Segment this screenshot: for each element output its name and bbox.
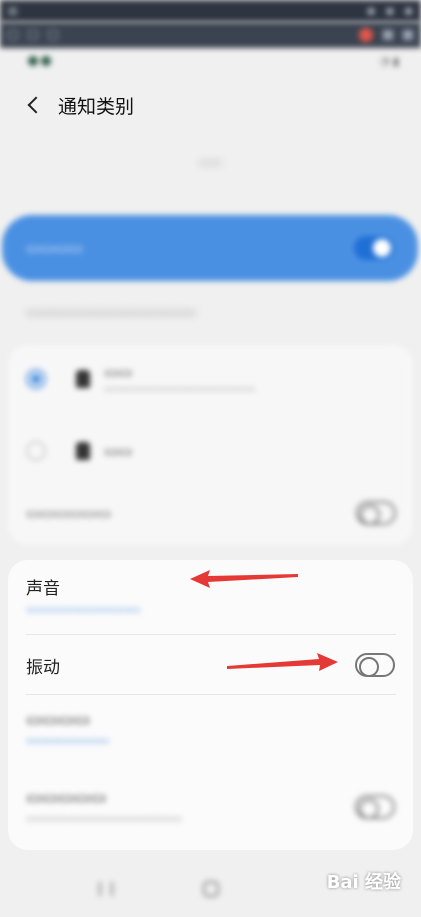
vibration-switch[interactable] xyxy=(355,653,395,677)
sound-settings-card: 声音 ▭▭▭▭▭▭▭▭▭▭▭ 振动 ▭▭▭▭ ▭▭▭▭▭▭▭▭ ▭▭▭▭▭ ▭▭… xyxy=(8,560,413,850)
alert-option[interactable]: ▭▭ ▭▭▭▭▭▭▭▭▭▭▭▭▭▭▭▭ xyxy=(26,363,255,395)
divider xyxy=(26,694,396,695)
annotation-arrow-sound xyxy=(190,570,298,588)
show-notifications-toggle-row[interactable]: ▭▭▭▭ xyxy=(2,215,418,281)
lockscreen-row[interactable]: ▭▭▭▭ ▭▭▭▭▭▭▭▭ xyxy=(8,710,413,747)
record-icon xyxy=(359,28,373,42)
host-icon-3: ◉ xyxy=(404,5,413,17)
recent-apps-icon[interactable] xyxy=(98,881,113,896)
app-header: 通知类别 xyxy=(0,80,421,130)
system-icons: ◔ ▮ xyxy=(379,54,399,68)
watermark-logo: Bai 经验 xyxy=(326,872,401,893)
dnd-switch[interactable] xyxy=(355,794,395,819)
vibration-title: 振动 xyxy=(26,657,60,678)
alert-option-desc: ▭▭▭▭▭▭▭▭▭▭▭▭▭▭▭▭ xyxy=(104,384,256,395)
host-window-bar: ▤ ◉ ◉ ◉ xyxy=(0,0,421,22)
show-notifications-switch[interactable] xyxy=(354,236,394,260)
category-hint: ▭▭▭▭▭▭▭▭▭▭▭▭▭▭▭ xyxy=(26,305,197,319)
host-status-icons: ◉ ◉ ◉ xyxy=(367,6,413,17)
dnd-title: ▭▭▭▭▭ xyxy=(26,788,107,808)
back-nav-icon[interactable] xyxy=(309,882,323,896)
toolbar-icon xyxy=(383,30,393,40)
app-name: ▭▭ xyxy=(199,155,222,169)
host-toolbar xyxy=(0,22,421,48)
host-icon-1: ◉ xyxy=(366,5,376,17)
toolbar-icon xyxy=(8,30,18,40)
bell-icon xyxy=(76,370,90,388)
host-icon-2: ◉ xyxy=(385,5,395,17)
lockscreen-title: ▭▭▭▭ xyxy=(26,710,91,730)
alert-radio[interactable] xyxy=(26,369,46,389)
home-icon[interactable] xyxy=(202,880,219,897)
toolbar-icon xyxy=(403,30,413,40)
annotation-arrow-vibration xyxy=(227,653,338,671)
silent-radio[interactable] xyxy=(26,441,46,461)
phone-status-bar: ◔ ▮ xyxy=(0,48,421,74)
page-title: 通知类别 xyxy=(58,95,135,118)
alert-mode-card: ▭▭ ▭▭▭▭▭▭▭▭▭▭▭▭▭▭▭▭ ▭▭ ▭▭▭▭▭▭ xyxy=(8,345,413,545)
vibration-row[interactable]: 振动 xyxy=(8,648,413,682)
toolbar-icon xyxy=(48,30,58,40)
back-arrow-icon[interactable] xyxy=(24,94,46,116)
sound-value: ▭▭▭▭▭▭▭▭▭▭▭ xyxy=(26,603,141,616)
alert-option-title: ▭▭ xyxy=(104,363,133,381)
lockscreen-value: ▭▭▭▭▭▭▭▭ xyxy=(26,734,110,747)
popup-row[interactable]: ▭▭▭▭▭▭ xyxy=(26,501,396,525)
popup-label: ▭▭▭▭▭▭ xyxy=(26,504,112,522)
show-notifications-label: ▭▭▭▭ xyxy=(26,239,83,257)
notification-icons xyxy=(28,56,51,66)
dnd-desc: ▭▭▭▭▭▭▭▭▭▭▭▭▭▭▭ xyxy=(26,812,182,825)
toolbar-icon xyxy=(28,30,38,40)
silent-option-title: ▭▭ xyxy=(104,442,133,460)
silent-option[interactable]: ▭▭ xyxy=(26,441,132,461)
divider xyxy=(26,634,396,635)
host-window-icon: ▤ xyxy=(8,5,18,17)
popup-switch[interactable] xyxy=(356,501,396,525)
bell-muted-icon xyxy=(76,442,90,460)
dnd-row[interactable]: ▭▭▭▭▭ ▭▭▭▭▭▭▭▭▭▭▭▭▭▭▭ xyxy=(8,788,413,825)
